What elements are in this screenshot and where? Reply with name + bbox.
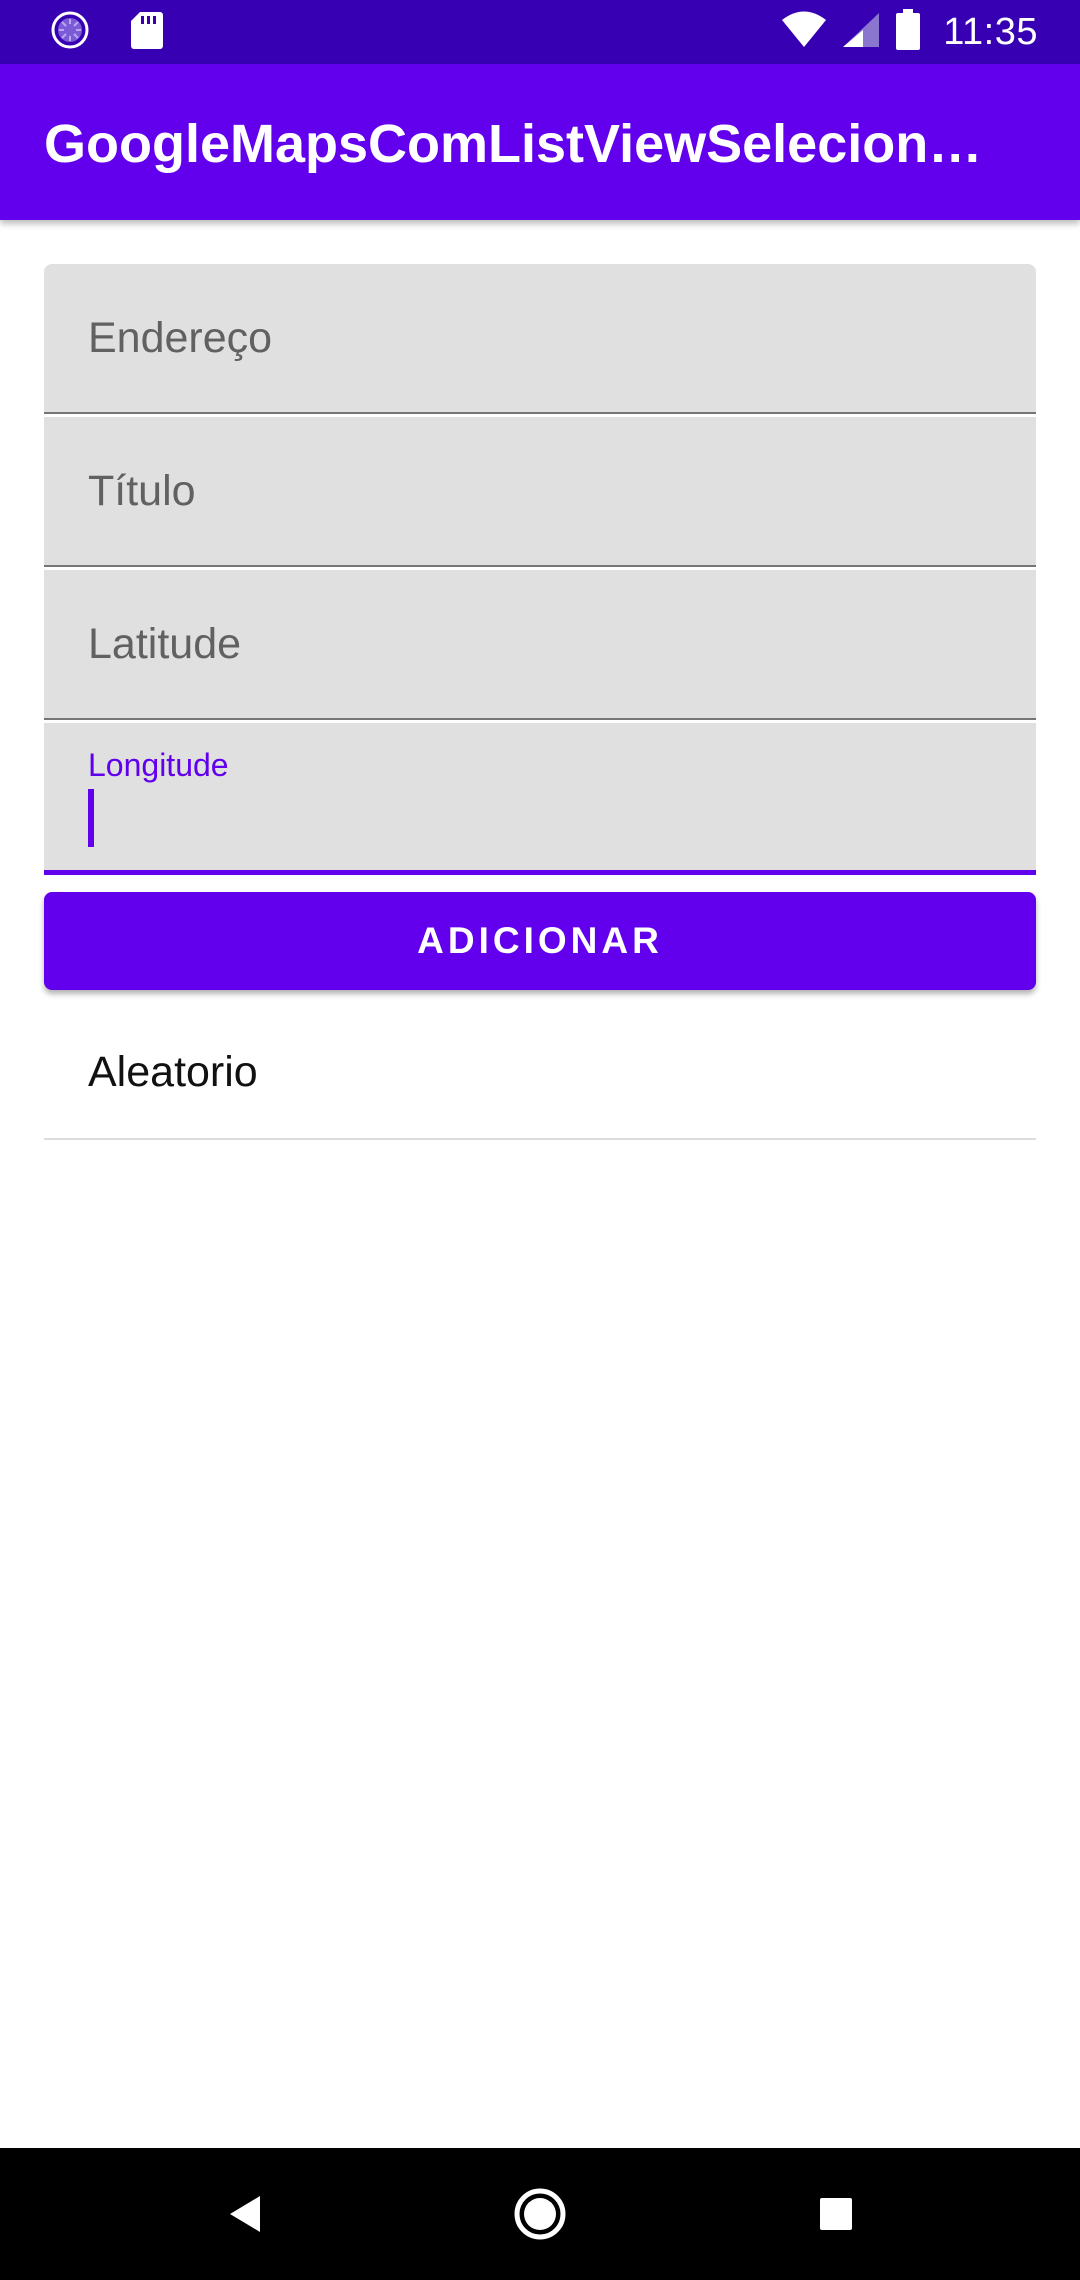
sd-card-icon [130,10,164,55]
list-item-label: Aleatorio [88,1048,258,1096]
app-title: GoogleMapsComListViewSeleciona… [44,114,1004,174]
longitude-label: Longitude [88,747,229,783]
signal-icon [841,11,881,54]
location-list: Aleatorio [44,1000,1036,1140]
recents-icon[interactable] [800,2178,872,2250]
latitude-hint: Latitude [88,620,242,668]
titulo-field[interactable]: Título [44,417,1036,567]
latitude-field[interactable]: Latitude [44,570,1036,720]
list-item[interactable]: Aleatorio [44,1000,1036,1140]
text-cursor [88,789,94,847]
adicionar-button[interactable]: ADICIONAR [44,892,1036,990]
screen: 11:35 GoogleMapsComListViewSeleciona… En… [0,0,1080,2280]
app-bar: GoogleMapsComListViewSeleciona… [0,64,1080,220]
status-bar: 11:35 [0,0,1080,64]
navigation-bar [0,2148,1080,2280]
status-left-icons [50,10,164,55]
endereco-field[interactable]: Endereço [44,264,1036,414]
wifi-icon [781,11,827,54]
status-right-icons: 11:35 [781,8,1038,56]
battery-icon [895,8,921,56]
longitude-field[interactable]: Longitude [44,723,1036,875]
endereco-hint: Endereço [88,314,273,362]
back-icon[interactable] [208,2178,280,2250]
status-time: 11:35 [943,10,1038,53]
home-icon[interactable] [504,2178,576,2250]
titulo-hint: Título [88,467,196,515]
loading-circle-icon [50,10,90,55]
